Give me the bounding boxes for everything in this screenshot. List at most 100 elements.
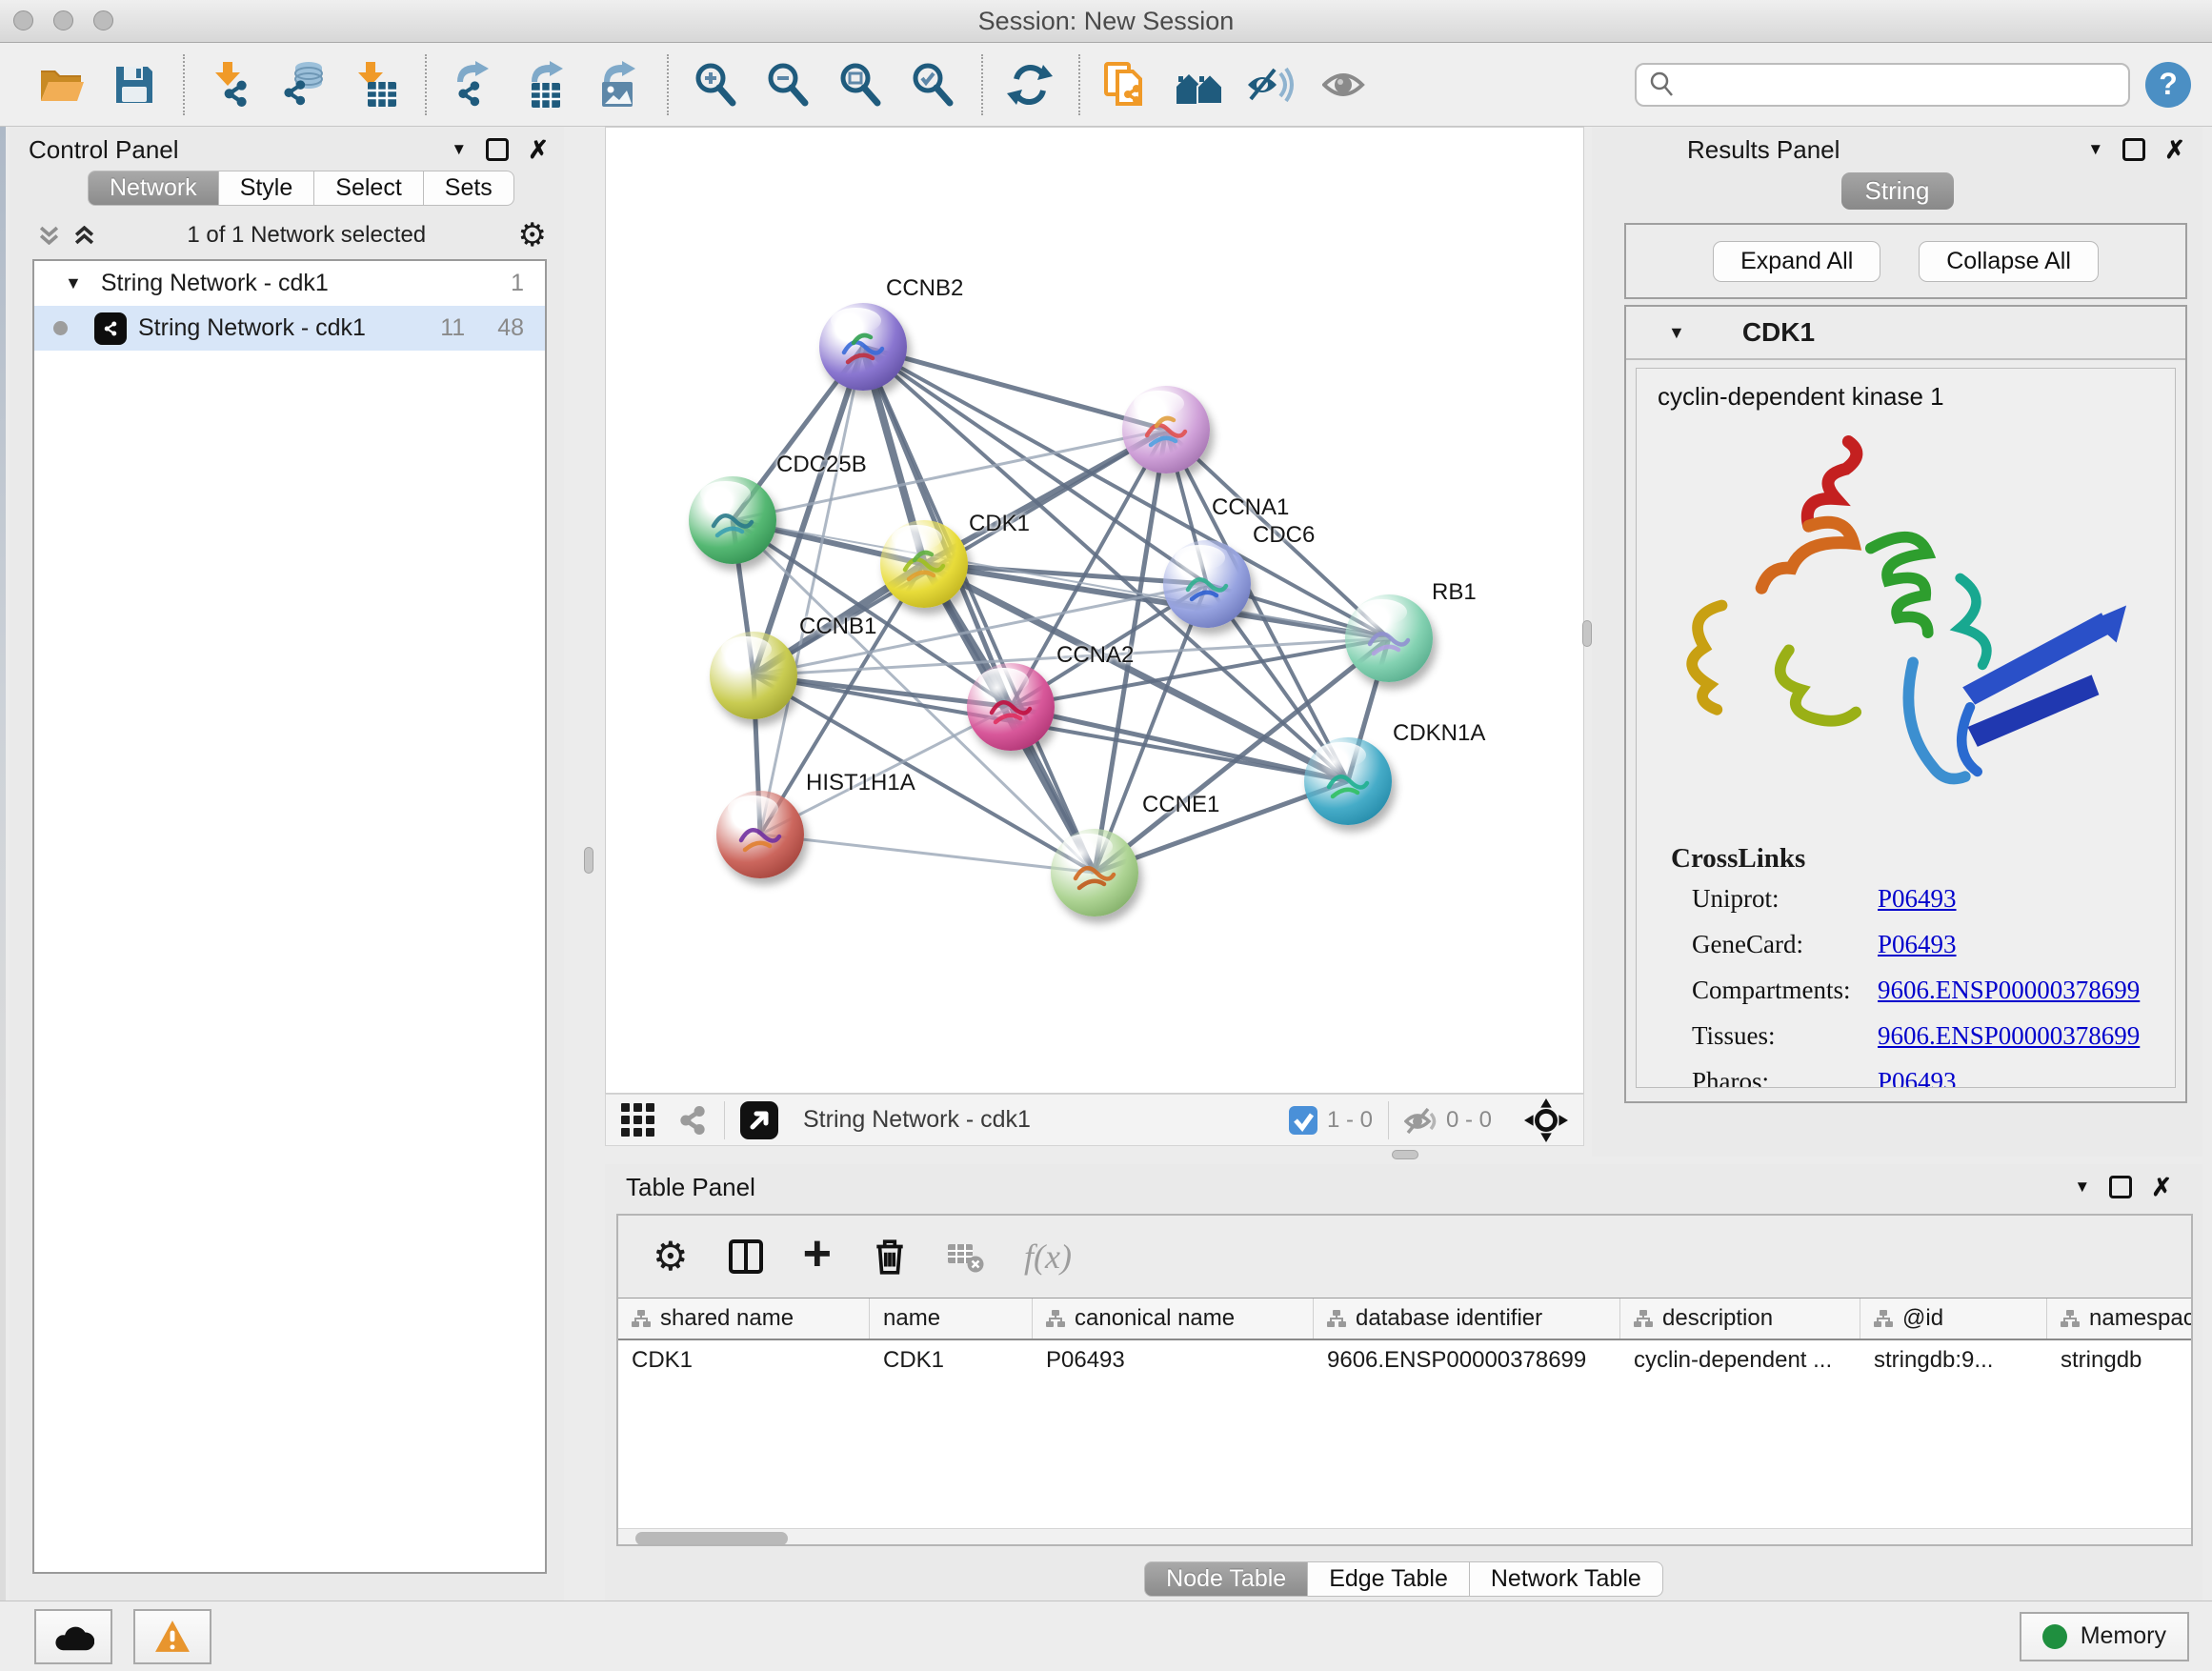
tab-network[interactable]: Network [88,171,219,206]
network-node-ccne1[interactable] [1051,829,1138,916]
traffic-light-zoom-icon[interactable] [93,10,113,30]
memory-button[interactable]: Memory [2020,1612,2189,1661]
column-header-canonical-name[interactable]: canonical name [1033,1299,1314,1339]
tab-sets[interactable]: Sets [424,171,514,206]
share-view-icon[interactable] [676,1102,709,1138]
gene-expand-triangle-icon[interactable]: ▼ [1668,323,1685,343]
warning-status-button[interactable] [133,1609,211,1664]
tab-network-table[interactable]: Network Table [1470,1561,1663,1597]
panel-minimize-icon[interactable]: ▼ [2074,1178,2090,1197]
open-session-button[interactable] [32,54,91,115]
selected-checkbox-icon[interactable] [1289,1106,1317,1135]
expand-all-chevrons-icon[interactable] [73,226,95,245]
grid-view-icon[interactable] [621,1103,655,1137]
detach-view-icon[interactable] [740,1101,778,1139]
create-column-plus-icon[interactable]: + [803,1229,832,1278]
zoom-fit-button[interactable] [831,54,890,115]
network-node-cdkn1a[interactable] [1304,737,1392,825]
export-network-button[interactable] [444,54,503,115]
show-graphics-details-button[interactable] [1315,54,1374,115]
refresh-view-button[interactable] [1000,54,1059,115]
birds-eye-crosshair-icon[interactable] [1524,1098,1568,1142]
table-horizontal-scrollbar[interactable] [618,1528,2191,1546]
toggle-columns-icon[interactable] [729,1238,763,1275]
panel-float-icon[interactable] [2109,1176,2132,1198]
network-node-ccnb1[interactable] [710,632,797,719]
tab-node-table[interactable]: Node Table [1144,1561,1308,1597]
table-settings-gear-icon[interactable]: ⚙ [653,1237,689,1277]
network-options-gear-icon[interactable]: ⚙ [518,219,547,252]
table-cell[interactable]: stringdb:9... [1860,1347,2047,1374]
gene-section-header[interactable]: ▼ CDK1 [1626,307,2185,360]
table-cell[interactable]: 9606.ENSP00000378699 [1314,1347,1620,1374]
search-input[interactable] [1677,70,2117,99]
right-splitter-handle[interactable] [1582,620,1592,647]
collapse-all-chevrons-icon[interactable] [38,226,60,245]
panel-close-icon[interactable]: ✗ [2164,135,2185,165]
table-cell[interactable]: P06493 [1033,1347,1314,1374]
network-edge-ccna2-cdkn1a[interactable] [1011,707,1348,781]
column-header-database-identifier[interactable]: database identifier [1314,1299,1620,1339]
import-network-from-database-button[interactable] [274,54,333,115]
panel-close-icon[interactable]: ✗ [528,135,549,165]
crosslink-link[interactable]: 9606.ENSP00000378699 [1878,976,2140,1005]
collapse-all-button[interactable]: Collapse All [1919,241,2099,282]
traffic-light-close-icon[interactable] [13,10,33,30]
tab-edge-table[interactable]: Edge Table [1308,1561,1470,1597]
scrollbar-thumb[interactable] [635,1532,788,1545]
help-button[interactable]: ? [2145,62,2191,108]
tab-style[interactable]: Style [219,171,315,206]
crosslink-link[interactable]: P06493 [1878,884,1957,914]
network-node-ccna1[interactable] [1122,386,1210,473]
panel-float-icon[interactable] [2122,138,2145,161]
panel-float-icon[interactable] [486,138,509,161]
crosslink-link[interactable]: P06493 [1878,1067,1957,1088]
network-node-ccnb2[interactable] [819,303,907,391]
network-canvas[interactable]: CCNB2CCNA1CDC25BCDK1CDC6RB1CCNB1CCNA2CDK… [605,127,1584,1094]
column-header-namespace[interactable]: namespace [2047,1299,2193,1339]
network-node-ccna2[interactable] [967,663,1055,751]
network-edge-ccne1-hist1h1a[interactable] [760,835,1095,873]
export-table-button[interactable] [516,54,575,115]
cloud-status-button[interactable] [34,1609,112,1664]
tab-select[interactable]: Select [314,171,423,206]
import-table-file-button[interactable] [347,54,406,115]
zoom-out-button[interactable] [758,54,817,115]
bottom-splitter-handle[interactable] [1392,1150,1418,1159]
tab-string[interactable]: String [1841,172,1954,210]
panel-minimize-icon[interactable]: ▼ [451,140,467,159]
table-cell[interactable]: CDK1 [618,1347,870,1374]
network-edge-ccnb2-hist1h1a[interactable] [760,347,863,835]
column-header-description[interactable]: description [1620,1299,1860,1339]
network-row[interactable]: String Network - cdk1 11 48 [34,306,545,351]
table-cell[interactable]: stringdb [2047,1347,2193,1374]
clone-network-button[interactable] [1097,54,1156,115]
hide-graphics-details-button[interactable] [1242,54,1301,115]
left-splitter-handle[interactable] [584,847,593,874]
save-session-button[interactable] [105,54,164,115]
table-cell[interactable]: CDK1 [870,1347,1033,1374]
import-network-file-button[interactable] [202,54,261,115]
network-node-hist1h1a[interactable] [716,791,804,878]
network-collection-row[interactable]: ▼ String Network - cdk1 1 [34,261,545,306]
collection-expand-triangle-icon[interactable]: ▼ [65,273,82,293]
table-cell[interactable]: cyclin-dependent ... [1620,1347,1860,1374]
network-node-cdc6[interactable] [1163,540,1251,628]
zoom-in-button[interactable] [686,54,745,115]
crosslink-link[interactable]: P06493 [1878,930,1957,959]
column-header--id[interactable]: @id [1860,1299,2047,1339]
column-header-name[interactable]: name [870,1299,1033,1339]
hidden-eye-icon[interactable] [1404,1105,1437,1136]
delete-column-trash-icon[interactable] [872,1238,908,1276]
traffic-light-minimize-icon[interactable] [53,10,73,30]
network-node-cdk1[interactable] [880,520,968,608]
home-button[interactable] [1170,54,1229,115]
table-row[interactable]: CDK1CDK1P064939606.ENSP00000378699cyclin… [618,1340,2191,1380]
panel-minimize-icon[interactable]: ▼ [2087,140,2103,159]
expand-all-button[interactable]: Expand All [1713,241,1880,282]
export-image-button[interactable] [589,54,648,115]
network-node-cdc25b[interactable] [689,476,776,564]
crosslink-link[interactable]: 9606.ENSP00000378699 [1878,1021,2140,1051]
column-header-shared-name[interactable]: shared name [618,1299,870,1339]
panel-close-icon[interactable]: ✗ [2151,1173,2172,1202]
